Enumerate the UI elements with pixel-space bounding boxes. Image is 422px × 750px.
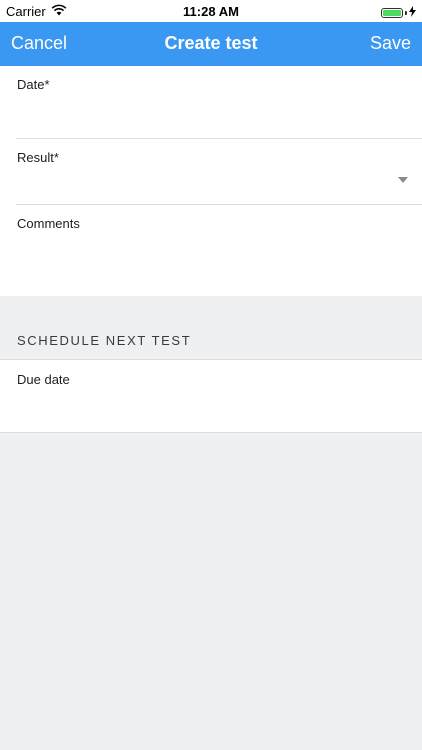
test-form: Date* Result* Comments	[0, 66, 422, 297]
charging-bolt-icon	[409, 5, 416, 20]
due-date-label: Due date	[17, 372, 70, 387]
status-bar: Carrier 11:28 AM	[0, 0, 422, 22]
date-label: Date*	[17, 77, 50, 92]
due-date-field[interactable]: Due date	[0, 359, 422, 433]
result-select[interactable]	[16, 169, 406, 193]
comments-field[interactable]: Comments	[16, 205, 422, 297]
dropdown-arrow-icon[interactable]	[398, 177, 408, 183]
status-time: 11:28 AM	[183, 4, 239, 19]
section-title: SCHEDULE NEXT TEST	[17, 333, 192, 348]
navigation-bar: Cancel Create test Save	[0, 22, 422, 66]
save-button[interactable]: Save	[370, 33, 411, 54]
schedule-section-header: SCHEDULE NEXT TEST	[0, 296, 422, 359]
result-label: Result*	[17, 150, 59, 165]
due-date-input[interactable]	[16, 398, 406, 422]
battery-cap	[405, 10, 407, 15]
battery-icon	[381, 7, 403, 18]
comments-input[interactable]	[16, 239, 406, 289]
comments-label: Comments	[17, 216, 80, 231]
date-input[interactable]	[16, 104, 406, 128]
result-field[interactable]: Result*	[16, 139, 422, 205]
date-field[interactable]: Date*	[16, 66, 422, 139]
battery-indicator	[381, 5, 416, 20]
battery-level	[383, 9, 401, 16]
cancel-button[interactable]: Cancel	[11, 33, 67, 54]
